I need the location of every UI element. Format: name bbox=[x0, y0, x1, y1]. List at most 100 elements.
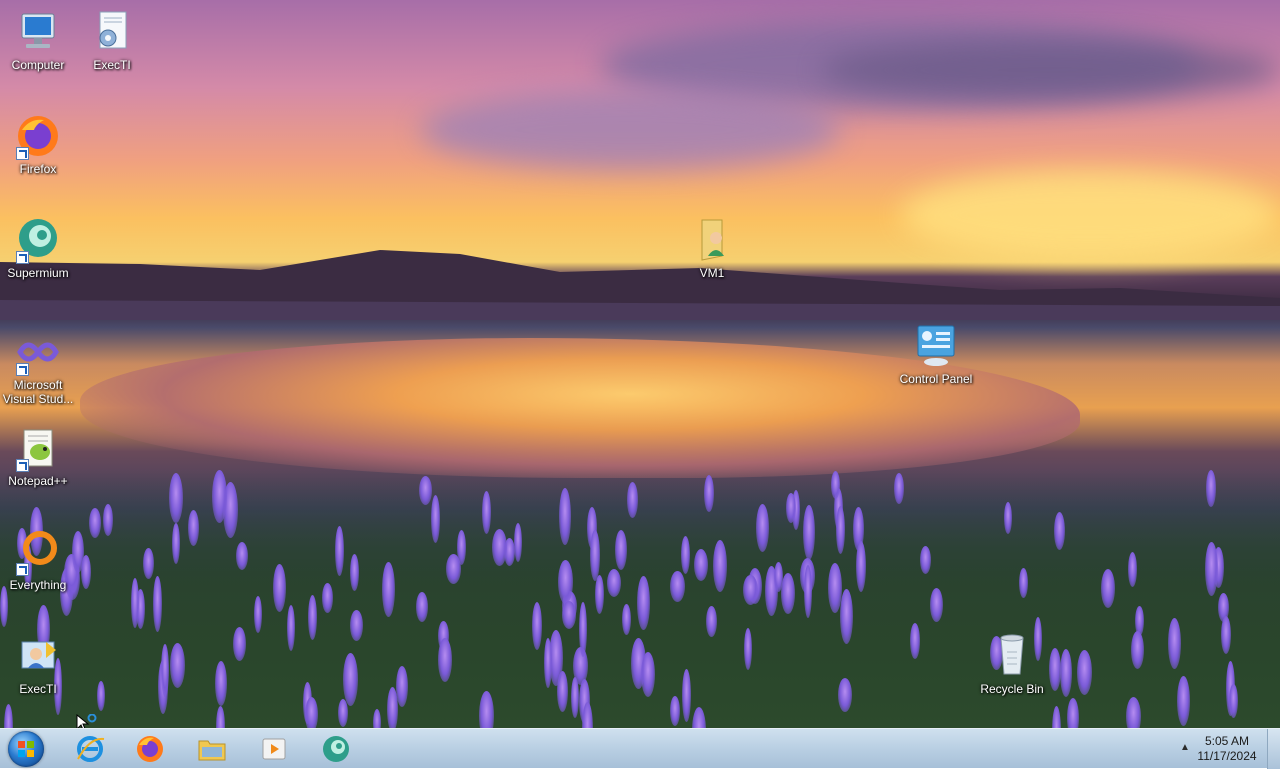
wallpaper-flower bbox=[382, 562, 395, 617]
desktop-icon-notepad-plus-plus[interactable]: Notepad++ bbox=[0, 424, 76, 488]
desktop-icon-vm1[interactable]: VM1 bbox=[674, 216, 750, 280]
wallpaper-flower bbox=[856, 541, 866, 592]
wallpaper-flower bbox=[335, 526, 344, 576]
wallpaper-flower bbox=[1221, 616, 1231, 654]
everything-search-icon bbox=[14, 528, 62, 576]
wallpaper-flower bbox=[131, 578, 139, 628]
wallpaper-flower bbox=[744, 628, 752, 670]
wallpaper-flower bbox=[682, 669, 691, 722]
file-explorer-icon bbox=[198, 740, 226, 761]
show-hidden-icons-button[interactable]: ▲ bbox=[1180, 743, 1190, 753]
wallpaper-flower bbox=[273, 564, 286, 612]
system-clock[interactable]: 5:05 AM 11/17/2024 bbox=[1196, 734, 1258, 764]
computer-icon bbox=[14, 8, 62, 56]
wallpaper-flower bbox=[188, 510, 199, 546]
desktop-icon-execti[interactable]: ExecTI bbox=[74, 8, 150, 72]
wallpaper-flower bbox=[343, 653, 358, 706]
desktop-icon-computer[interactable]: Computer bbox=[0, 8, 76, 72]
desktop-icon-firefox[interactable]: Firefox bbox=[0, 112, 76, 176]
taskbar-internet-explorer[interactable] bbox=[74, 733, 106, 765]
wallpaper-flower bbox=[416, 592, 428, 622]
clock-date: 11/17/2024 bbox=[1197, 749, 1257, 763]
wallpaper-flower bbox=[704, 475, 714, 512]
wallpaper-flower bbox=[1126, 697, 1141, 728]
wallpaper-flower bbox=[831, 471, 840, 499]
supermium-icon bbox=[14, 216, 62, 264]
wallpaper-flower bbox=[350, 610, 363, 641]
desktop[interactable]: Computer ExecTI Firefox Supermium VM1 Mi… bbox=[0, 0, 1280, 728]
wallpaper-flower bbox=[170, 643, 185, 688]
wallpaper-flower bbox=[1205, 542, 1218, 596]
wallpaper-flower bbox=[305, 697, 318, 728]
control-panel-icon bbox=[912, 322, 960, 370]
wallpaper-flower bbox=[615, 530, 627, 570]
wallpaper-flower bbox=[1054, 512, 1065, 550]
firefox-icon bbox=[14, 112, 62, 160]
show-desktop-button[interactable] bbox=[1267, 729, 1280, 769]
taskbar-media-player[interactable] bbox=[258, 733, 290, 765]
desktop-icon-label: Notepad++ bbox=[8, 474, 68, 488]
wallpaper-flower bbox=[89, 508, 101, 538]
desktop-icon-recycle-bin[interactable]: Recycle Bin bbox=[974, 632, 1050, 696]
firefox-icon bbox=[137, 736, 163, 762]
taskbar-supermium[interactable] bbox=[320, 733, 352, 765]
shortcut-arrow-icon bbox=[16, 147, 29, 160]
wallpaper-flower bbox=[492, 529, 507, 566]
desktop-icon-everything[interactable]: Everything bbox=[0, 528, 76, 592]
wallpaper-flower bbox=[233, 627, 246, 661]
wallpaper-flower bbox=[322, 583, 333, 613]
taskbar-file-explorer[interactable] bbox=[196, 733, 228, 765]
wallpaper-flower bbox=[694, 549, 708, 581]
wallpaper-flower bbox=[438, 638, 452, 682]
desktop-icon-label: Computer bbox=[11, 58, 65, 72]
wallpaper-flower bbox=[804, 565, 812, 618]
visual-studio-icon bbox=[14, 328, 62, 376]
internet-explorer-icon bbox=[77, 736, 105, 762]
shortcut-arrow-icon bbox=[16, 363, 29, 376]
desktop-icon-label: Recycle Bin bbox=[980, 682, 1044, 696]
wallpaper-flower bbox=[215, 661, 227, 706]
taskbar-firefox[interactable] bbox=[134, 733, 166, 765]
wallpaper-flower bbox=[706, 606, 717, 637]
wallpaper-flower bbox=[622, 604, 631, 635]
wallpaper-flower bbox=[637, 576, 650, 630]
wallpaper-flower bbox=[571, 677, 579, 718]
wallpaper-flower bbox=[457, 530, 466, 565]
desktop-icon-control-panel[interactable]: Control Panel bbox=[898, 322, 974, 386]
desktop-icon-execti-admin[interactable]: ExecTI bbox=[0, 632, 76, 696]
wallpaper-flower bbox=[482, 491, 491, 534]
wallpaper-flower bbox=[786, 493, 796, 523]
desktop-icon-label: Supermium bbox=[7, 266, 69, 280]
wallpaper-flower bbox=[627, 482, 638, 518]
wallpaper-flower bbox=[1229, 684, 1238, 718]
wallpaper-flower bbox=[838, 678, 852, 712]
desktop-icon-visual-studio[interactable]: Microsoft Visual Stud... bbox=[0, 328, 76, 406]
wallpaper-flower bbox=[212, 470, 227, 523]
notepad-plus-plus-icon bbox=[14, 424, 62, 472]
desktop-icon-supermium[interactable]: Supermium bbox=[0, 216, 76, 280]
wallpaper-flower bbox=[350, 554, 359, 591]
wallpaper-flower bbox=[1077, 650, 1092, 695]
wallpaper-flower bbox=[532, 602, 542, 650]
wallpaper-flower bbox=[756, 504, 769, 552]
wallpaper-flower bbox=[828, 563, 842, 613]
wallpaper-flower bbox=[781, 573, 795, 614]
execti-admin-icon bbox=[14, 632, 62, 680]
media-player-icon bbox=[262, 738, 286, 760]
wallpaper-flower bbox=[153, 576, 162, 632]
wallpaper-flower bbox=[670, 571, 685, 602]
wallpaper-flower bbox=[544, 638, 552, 688]
desktop-icon-label: Microsoft Visual Stud... bbox=[2, 378, 74, 406]
wallpaper-flower bbox=[920, 546, 931, 574]
wallpaper-flower bbox=[338, 699, 348, 727]
shortcut-arrow-icon bbox=[16, 563, 29, 576]
wallpaper-cloud bbox=[820, 40, 1280, 100]
desktop-icon-label: Firefox bbox=[19, 162, 57, 176]
start-button[interactable] bbox=[8, 731, 44, 767]
wallpaper-flower bbox=[254, 596, 262, 633]
shortcut-arrow-icon bbox=[16, 251, 29, 264]
wallpaper-flower bbox=[930, 588, 943, 622]
desktop-icon-label: ExecTI bbox=[19, 682, 57, 696]
wallpaper-flower bbox=[0, 586, 8, 627]
wallpaper-flower bbox=[287, 605, 295, 651]
